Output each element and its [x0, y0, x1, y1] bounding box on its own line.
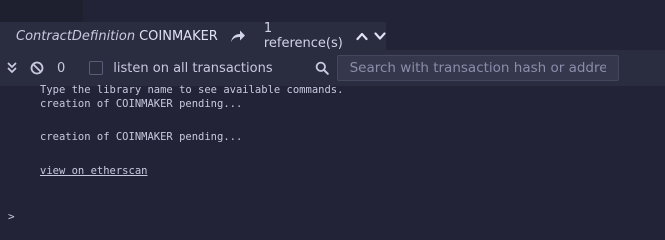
transaction-search-input[interactable] — [336, 55, 619, 81]
references-count: 1 reference(s) — [263, 21, 343, 51]
listen-all-checkbox[interactable] — [89, 61, 104, 75]
chevron-up-icon[interactable] — [356, 30, 368, 42]
definition-name: COINMAKER — [139, 28, 218, 44]
definition-type-label: ContractDefinition — [16, 28, 136, 44]
terminal-line: creation of COINMAKER pending... — [40, 131, 243, 143]
pending-transactions-count: 0 — [57, 60, 66, 76]
contract-definition-bar: ContractDefinition COINMAKER 1 reference… — [0, 21, 386, 51]
terminal-toolbar: 0 listen on all transactions — [0, 50, 665, 86]
terminal-line: creation of COINMAKER pending... — [40, 98, 243, 110]
etherscan-link[interactable]: view on etherscan — [40, 165, 147, 177]
double-chevron-down-icon[interactable] — [6, 61, 18, 75]
terminal-line: Type the library name to see available c… — [40, 84, 344, 96]
share-arrow-icon[interactable] — [230, 28, 246, 44]
terminal-prompt[interactable]: > — [8, 210, 15, 223]
chevron-down-icon[interactable] — [374, 30, 386, 42]
remix-ide-panel: ContractDefinition COINMAKER 1 reference… — [0, 0, 665, 230]
editor-tab-strip — [0, 0, 665, 22]
search-icon — [315, 61, 329, 75]
editor-tab[interactable] — [0, 0, 83, 22]
ban-icon[interactable] — [30, 61, 44, 75]
listen-all-label[interactable]: listen on all transactions — [113, 61, 272, 76]
